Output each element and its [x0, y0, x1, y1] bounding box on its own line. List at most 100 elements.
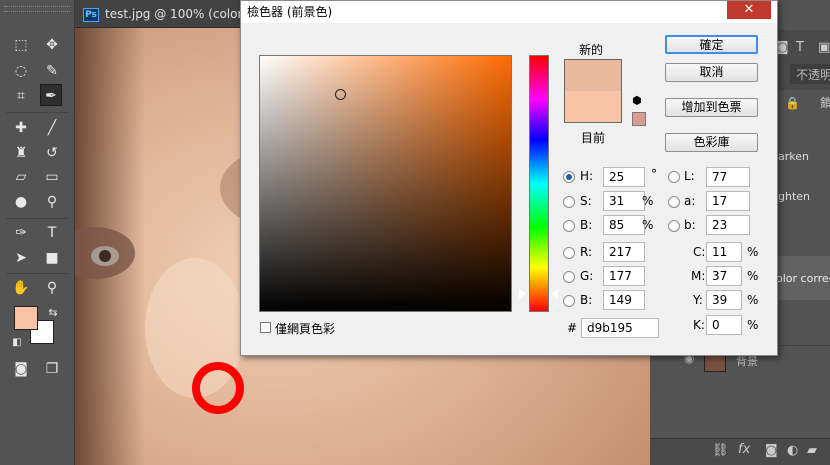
default-colors-icon[interactable]: ◧	[6, 332, 28, 354]
hue-unit: °	[651, 167, 657, 181]
hue-input[interactable]: 25	[603, 167, 645, 187]
panel-filter-icon[interactable]: ▣	[818, 40, 830, 55]
hue-slider[interactable]	[529, 55, 549, 312]
zoom-tool-icon[interactable]: ⚲	[41, 277, 63, 299]
magenta-input[interactable]: 37	[706, 266, 742, 286]
ps-badge: Ps	[83, 8, 99, 22]
black-unit: %	[747, 318, 759, 332]
lab-l-input[interactable]: 77	[706, 167, 750, 187]
color-field[interactable]	[259, 55, 512, 312]
lab-b-radio[interactable]	[668, 220, 680, 232]
black-input[interactable]: 0	[706, 315, 742, 335]
dialog-title: 檢色器 (前景色)	[247, 5, 333, 19]
layer-item-label: olor correc	[776, 272, 830, 285]
move-tool-icon[interactable]: ✥	[41, 34, 63, 56]
gradient-tool-icon[interactable]: ▭	[41, 166, 63, 188]
clone-stamp-tool-icon[interactable]: ♜	[10, 142, 32, 164]
color-libraries-button[interactable]: 色彩庫	[665, 133, 758, 152]
lab-l-label: L:	[684, 169, 695, 183]
hue-slider-right-arrow[interactable]	[551, 289, 558, 299]
quick-select-tool-icon[interactable]: ✎	[41, 60, 63, 82]
color-field-cursor[interactable]	[335, 89, 346, 100]
hue-radio[interactable]	[563, 171, 575, 183]
current-color-swatch[interactable]	[564, 91, 622, 123]
color-picker-dialog: 檢色器 (前景色) ✕ 新的 目前 ⬢ 確定 取消 增加到色票 色彩庫 H: 2…	[240, 0, 778, 356]
opacity-label[interactable]: 不透明	[790, 64, 830, 84]
lab-a-radio[interactable]	[668, 196, 680, 208]
eyedropper-tool-icon[interactable]: ✒	[40, 84, 62, 106]
red-input[interactable]: 217	[603, 242, 645, 262]
cyan-input[interactable]: 11	[706, 242, 742, 262]
dialog-titlebar[interactable]: 檢色器 (前景色) ✕	[241, 1, 777, 23]
lock-icon[interactable]: 🔒	[785, 96, 800, 110]
hue-slider-left-arrow[interactable]	[519, 289, 526, 299]
black-label: K:	[693, 318, 705, 332]
blue-input[interactable]: 149	[603, 290, 645, 310]
lab-a-input[interactable]: 17	[706, 191, 750, 211]
saturation-input[interactable]: 31	[603, 191, 645, 211]
cyan-label: C:	[693, 245, 706, 259]
foreground-color-swatch[interactable]	[14, 306, 38, 330]
new-group-icon[interactable]: ▰	[807, 443, 817, 458]
green-label: G:	[580, 269, 594, 283]
cancel-button[interactable]: 取消	[665, 63, 758, 82]
crop-tool-icon[interactable]: ⌗	[10, 85, 32, 107]
shape-tool-icon[interactable]: ■	[41, 247, 63, 269]
brightness-input[interactable]: 85	[603, 215, 645, 235]
gamut-cube-icon[interactable]: ⬢	[632, 94, 642, 107]
marquee-tool-icon[interactable]: ⬚	[10, 34, 32, 56]
swap-colors-icon[interactable]: ⇆	[42, 302, 64, 324]
tools-panel: ⬚ ✥ ◌ ✎ ⌗ ✒ ✚ ╱ ♜ ↺ ▱ ▭ ● ⚲ ✑ T ➤ ■ ✋ ⚲ …	[0, 0, 75, 465]
type-filter-icon[interactable]: T	[796, 40, 804, 55]
document-tab-title: test.jpg @ 100% (color co	[105, 7, 245, 21]
path-select-tool-icon[interactable]: ➤	[10, 247, 32, 269]
green-radio[interactable]	[563, 271, 575, 283]
type-tool-icon[interactable]: T	[41, 222, 63, 244]
fx-icon[interactable]: fx	[738, 442, 750, 457]
close-button[interactable]: ✕	[727, 1, 771, 19]
add-to-swatches-button[interactable]: 增加到色票	[665, 98, 758, 117]
yellow-input[interactable]: 39	[706, 290, 742, 310]
lab-b-input[interactable]: 23	[706, 215, 750, 235]
web-colors-only-label: 僅網頁色彩	[275, 322, 336, 336]
red-radio[interactable]	[563, 247, 575, 259]
saturation-radio[interactable]	[563, 196, 575, 208]
brightness-radio[interactable]	[563, 220, 575, 232]
lab-a-label: a:	[684, 194, 696, 208]
blue-radio[interactable]	[563, 295, 575, 307]
web-colors-only-checkbox[interactable]	[260, 322, 271, 333]
gamut-warning-swatch[interactable]	[632, 112, 646, 126]
layer-item[interactable]: ghten	[778, 190, 830, 214]
cyan-unit: %	[747, 245, 759, 259]
brush-tool-icon[interactable]: ╱	[41, 117, 63, 139]
red-label: R:	[580, 245, 593, 259]
magenta-label: M:	[691, 269, 706, 283]
quick-mask-icon[interactable]: ◙	[10, 358, 32, 380]
lab-b-label: b:	[684, 218, 696, 232]
healing-brush-tool-icon[interactable]: ✚	[10, 117, 32, 139]
blue-label: B:	[580, 293, 593, 307]
link-layers-icon[interactable]: ⛓	[712, 443, 729, 458]
green-input[interactable]: 177	[603, 266, 645, 286]
pen-tool-icon[interactable]: ✑	[10, 222, 32, 244]
lab-l-radio[interactable]	[668, 171, 680, 183]
new-color-swatch	[564, 59, 622, 91]
ok-button[interactable]: 確定	[665, 35, 758, 54]
panel-grip[interactable]	[4, 6, 70, 12]
dodge-tool-icon[interactable]: ⚲	[41, 191, 63, 213]
screen-mode-icon[interactable]: ❐	[41, 358, 63, 380]
hand-tool-icon[interactable]: ✋	[10, 277, 32, 299]
document-tab[interactable]: Ps test.jpg @ 100% (color co	[75, 0, 245, 28]
lasso-tool-icon[interactable]: ◌	[10, 60, 32, 82]
history-brush-tool-icon[interactable]: ↺	[41, 142, 63, 164]
hex-label: #	[567, 321, 578, 335]
eraser-tool-icon[interactable]: ▱	[10, 166, 32, 188]
add-mask-icon[interactable]: ◙	[765, 443, 778, 458]
hex-input[interactable]: d9b195	[581, 318, 659, 338]
brightness-label: B:	[580, 218, 593, 232]
hue-label: H:	[580, 169, 594, 183]
adjustment-layer-icon[interactable]: ◐	[787, 443, 798, 458]
layer-item[interactable]: arken	[778, 150, 830, 174]
blur-tool-icon[interactable]: ●	[10, 191, 32, 213]
current-label: 目前	[581, 131, 606, 145]
